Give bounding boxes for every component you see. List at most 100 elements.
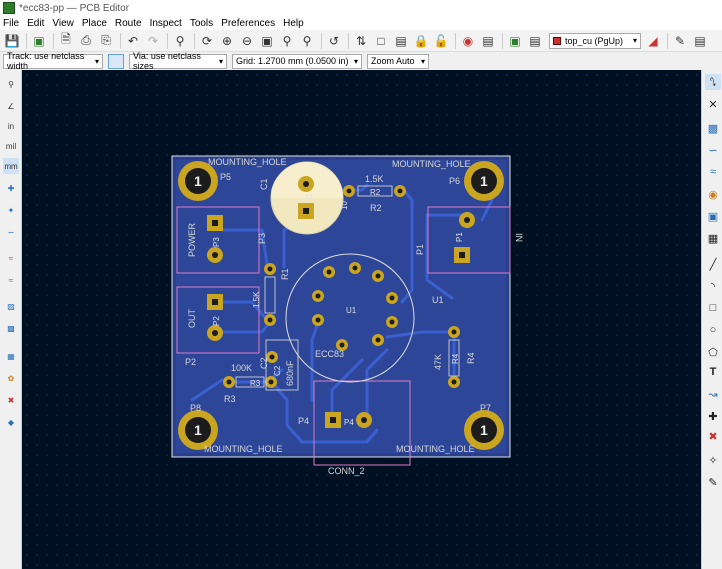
menu-place[interactable]: Place [82, 18, 107, 29]
pad-display-icon[interactable]: ▨ [3, 298, 19, 314]
ten-label: 10 [340, 201, 349, 210]
units-inch-button[interactable]: in [3, 118, 19, 134]
delete-tool-icon[interactable]: ✖ [705, 428, 721, 444]
zoom-objects-icon[interactable]: ⚲ [278, 32, 296, 50]
mounting-hole-label: MOUNTING_HOLE [392, 159, 471, 169]
track-display-icon[interactable]: ▦ [3, 348, 19, 364]
add-dimension-icon[interactable]: ↝ [705, 386, 721, 402]
grid-dropdown[interactable]: Grid: 1.2700 mm (0.0500 in) ▾ [232, 53, 362, 69]
add-text-icon[interactable]: T [705, 364, 721, 380]
zoom-dropdown[interactable]: Zoom Auto ▾ [367, 53, 429, 69]
zoom-out-icon[interactable]: ⊖ [238, 32, 256, 50]
right-toolbar: ⭛ ✕ ▩ ∽ ≈ ◉ ▣ ▦ ╱ ◝ □ ○ ⬠ T ↝ ✚ ✖ ✧ ✎ [701, 70, 722, 569]
r2-value: 1.5K [365, 174, 384, 184]
units-mm-button[interactable]: mm [3, 158, 19, 174]
toolbar-separator [348, 32, 349, 49]
page-settings-icon[interactable]: 🗎 [57, 32, 75, 50]
pcb-canvas[interactable]: 1 1 1 1 MOUNTING_HOLE MOUNTING_HOLE MOUN… [22, 70, 720, 569]
drc-markers-icon[interactable]: ⚲ [3, 76, 19, 92]
via-display-icon[interactable]: ▩ [3, 320, 19, 336]
pcb-board: 1 1 1 1 MOUNTING_HOLE MOUNTING_HOLE MOUN… [171, 155, 524, 476]
menu-inspect[interactable]: Inspect [150, 18, 182, 29]
unlock-icon[interactable]: 🔓 [432, 32, 450, 50]
track-width-dropdown[interactable]: Track: use netclass width ▾ [3, 51, 103, 71]
p1-pad-drill [464, 217, 470, 223]
r2-pad-drill [346, 188, 352, 194]
zoom-selection-icon[interactable]: ⚲ [298, 32, 316, 50]
hole-number: 1 [480, 173, 488, 189]
add-footprint-icon[interactable]: ▩ [705, 120, 721, 136]
measure-icon[interactable]: ✎ [705, 474, 721, 490]
lock-icon[interactable]: 🔒 [412, 32, 430, 50]
p3-pad-drill [212, 252, 218, 258]
footprint-browser-icon[interactable]: ▤ [526, 32, 544, 50]
zoom-in-icon[interactable]: ⊕ [218, 32, 236, 50]
add-via-icon[interactable]: ◉ [705, 186, 721, 202]
plugin-icon[interactable]: ▤ [691, 32, 709, 50]
route-track-icon[interactable]: ∽ [705, 142, 721, 158]
r3-pad-drill [226, 379, 232, 385]
auto-track-width-toggle[interactable] [108, 53, 124, 69]
high-contrast-icon[interactable]: ✿ [3, 370, 19, 386]
p3-pad-drill [212, 220, 218, 226]
zoom-fit-icon[interactable]: ▣ [258, 32, 276, 50]
units-mil-button[interactable]: mil [3, 138, 19, 154]
r4-value: 47K [433, 354, 443, 370]
select-arrow-icon[interactable]: ⭛ [705, 74, 721, 90]
ref-p8: P8 [190, 403, 201, 413]
add-rule-area-icon[interactable]: ▦ [705, 230, 721, 246]
net-highlight-icon[interactable]: ✖ [3, 392, 19, 408]
netlist-icon[interactable]: ▤ [479, 32, 497, 50]
zone-fill-icon[interactable]: ≈ [3, 250, 19, 266]
save-icon[interactable]: 💾 [3, 32, 21, 50]
plot-icon[interactable]: ⎘ [97, 32, 115, 50]
draw-rectangle-icon[interactable]: □ [705, 300, 721, 316]
find-icon[interactable]: ⚲ [171, 32, 189, 50]
menu-help[interactable]: Help [283, 18, 304, 29]
polar-coords-icon[interactable]: ∠ [3, 98, 19, 114]
cursor-shape-icon[interactable]: ✚ [3, 180, 19, 196]
menu-edit[interactable]: Edit [27, 18, 44, 29]
scripting-icon[interactable]: ✎ [671, 32, 689, 50]
board-setup-icon[interactable]: ▣ [30, 32, 48, 50]
layer-pair-icon[interactable]: ◢ [644, 32, 662, 50]
refresh-icon[interactable]: ⟳ [198, 32, 216, 50]
grid-origin-icon[interactable]: ✧ [705, 452, 721, 468]
menu-view[interactable]: View [52, 18, 74, 29]
drc-icon[interactable]: ◉ [459, 32, 477, 50]
place-anchor-icon[interactable]: ✚ [705, 408, 721, 424]
ungroup-icon[interactable]: ▤ [392, 32, 410, 50]
menu-route[interactable]: Route [115, 18, 142, 29]
menu-tools[interactable]: Tools [190, 18, 213, 29]
flip-icon[interactable]: ⇅ [352, 32, 370, 50]
print-icon[interactable]: ⎙ [77, 32, 95, 50]
appearance-panel-icon[interactable]: ◆ [3, 414, 19, 430]
menu-file[interactable]: File [3, 18, 19, 29]
p1-pad-label: P1 [455, 232, 464, 242]
undo-icon[interactable]: ↶ [124, 32, 142, 50]
curved-ratsnest-icon[interactable]: ∽ [3, 224, 19, 240]
draw-line-icon[interactable]: ╱ [705, 256, 721, 272]
local-ratsnest-icon[interactable]: ✕ [705, 96, 721, 112]
footprint-editor-icon[interactable]: ▣ [506, 32, 524, 50]
ratsnest-icon[interactable]: ✦ [3, 202, 19, 218]
add-zone-icon[interactable]: ▣ [705, 208, 721, 224]
zone-outline-icon[interactable]: ≈ [3, 272, 19, 288]
draw-polygon-icon[interactable]: ⬠ [705, 344, 721, 360]
group-icon[interactable]: □ [372, 32, 390, 50]
chevron-down-icon: ▾ [94, 56, 99, 66]
layer-selector-value: top_cu (PgUp) [565, 35, 624, 46]
via-size-dropdown[interactable]: Via: use netclass sizes ▾ [129, 51, 227, 71]
ref-p4: P4 [298, 416, 309, 426]
redo-icon[interactable]: ↷ [144, 32, 162, 50]
draw-circle-icon[interactable]: ○ [705, 322, 721, 338]
route-diff-pair-icon[interactable]: ≈ [705, 164, 721, 180]
c1-pad-drill [303, 208, 309, 214]
in-label: IN [514, 233, 524, 242]
menu-preferences[interactable]: Preferences [221, 18, 275, 29]
rotate-icon[interactable]: ↺ [325, 32, 343, 50]
draw-arc-icon[interactable]: ◝ [705, 278, 721, 294]
options-toolbar: Track: use netclass width ▾ Via: use net… [0, 51, 722, 71]
r2-pad-drill [397, 188, 403, 194]
layer-selector[interactable]: top_cu (PgUp) ▾ [549, 32, 641, 49]
